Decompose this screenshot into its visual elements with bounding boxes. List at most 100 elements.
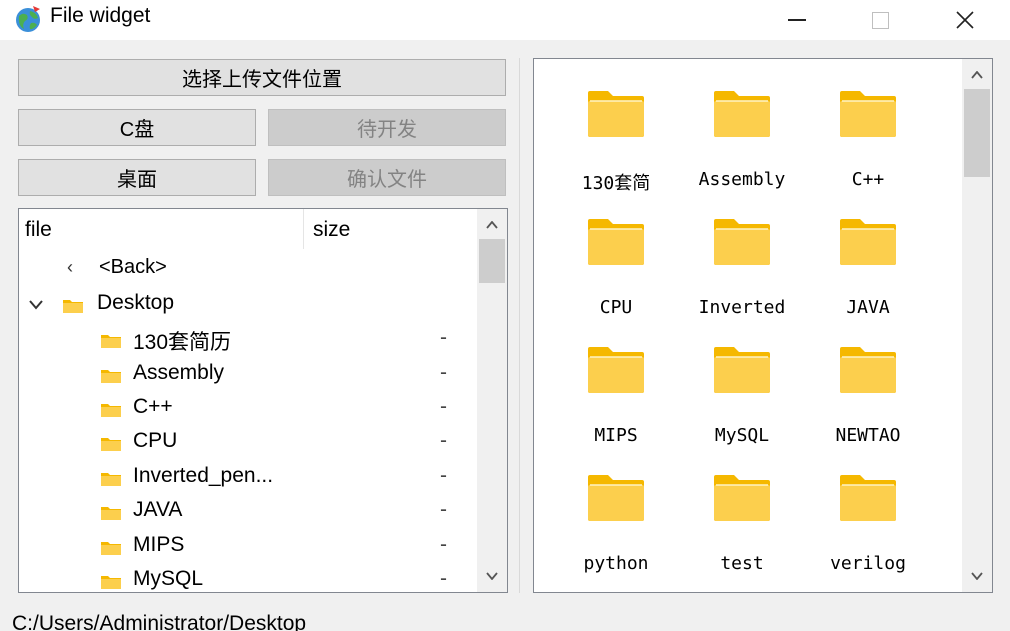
grid-folder-item[interactable]: 130套简 [553,59,679,194]
folder-icon [588,347,644,393]
folder-icon [63,300,83,313]
minimize-button[interactable] [757,0,837,40]
panel-divider[interactable] [519,58,520,593]
grid-folder-label: verilog [830,553,906,574]
grid-folder-item[interactable]: C++ [805,59,931,190]
c-drive-button[interactable]: C盘 [18,109,256,146]
grid-folder-item[interactable]: test [679,443,805,574]
close-button[interactable] [925,0,1005,40]
tree-item-size: - [440,567,447,590]
tree-item-label: MySQL [133,567,204,590]
tree-row[interactable]: MySQL - [19,563,477,592]
file-tree[interactable]: file size ‹ <Back> Desktop 130套简历 - Asse… [18,208,508,593]
folder-icon [101,473,121,486]
grid-folder-item[interactable]: NEWTAO [805,315,931,446]
tree-item-size: - [440,395,447,418]
grid-folder-item[interactable]: Inverted [679,187,805,318]
scroll-thumb[interactable] [479,239,505,283]
tree-item-label: C++ [133,395,173,418]
folder-icon [588,219,644,265]
desktop-button[interactable]: 桌面 [18,159,256,196]
folder-icon [714,219,770,265]
grid-folder-item[interactable]: JAVA [805,187,931,318]
tree-row[interactable]: C++ - [19,391,477,425]
confirm-file-button[interactable]: 确认文件 [268,159,506,196]
chevron-up-icon [971,71,983,79]
tree-item-label: Assembly [133,361,225,384]
grid-folder-label: python [583,553,649,574]
title-bar: File widget [0,0,1010,40]
folder-icon [714,347,770,393]
chevron-down-icon[interactable] [29,300,43,310]
grid-folder-item[interactable]: Assembly [679,59,805,190]
folder-icon [588,91,644,137]
tree-item-size: - [440,533,447,556]
grid-folder-label: test [720,553,764,574]
folder-icon [588,475,644,521]
grid-folder-item[interactable]: python [553,443,679,574]
tree-scrollbar[interactable] [477,209,507,592]
tree-row[interactable]: MIPS - [19,529,477,563]
tree-row[interactable]: JAVA - [19,494,477,528]
window-title: File widget [50,4,151,27]
maximize-icon [871,11,889,29]
maximize-button[interactable] [840,0,920,40]
scroll-up-button[interactable] [477,211,507,239]
folder-icon [840,347,896,393]
scroll-thumb[interactable] [964,89,990,177]
tree-row[interactable]: Assembly - [19,357,477,391]
grid-scrollbar[interactable] [962,59,992,592]
tree-item-size: - [440,498,447,521]
folder-icon [101,542,121,555]
grid-folder-item[interactable]: MIPS [553,315,679,446]
back-label: <Back> [99,256,167,278]
pending-button[interactable]: 待开发 [268,109,506,146]
tree-item-size: - [440,361,447,384]
scroll-up-button[interactable] [962,61,992,89]
tree-item-label: JAVA [133,498,183,521]
folder-icon [714,475,770,521]
file-icon-grid[interactable]: 130套简 Assembly C++ CPU Inverted JAVA MIPS MySQL… [533,58,993,593]
select-upload-location-button[interactable]: 选择上传文件位置 [18,59,506,96]
tree-item-size: - [440,464,447,487]
folder-icon [101,438,121,451]
folder-icon [840,91,896,137]
tree-item-label: Inverted_pen... [133,464,274,487]
column-header-size[interactable]: size [313,218,350,242]
folder-icon [101,404,121,417]
folder-icon [101,335,121,348]
column-separator[interactable] [303,209,304,249]
tree-item-label: 130套简历 [133,331,232,354]
scroll-down-button[interactable] [477,562,507,590]
minimize-icon [788,19,806,21]
tree-header: file size [19,209,477,253]
close-icon [956,11,974,29]
grid-folder-item[interactable]: MySQL [679,315,805,446]
tree-row[interactable]: CPU - [19,425,477,459]
chevron-left-icon: ‹ [67,257,73,277]
grid-folder-item[interactable]: CPU [553,187,679,318]
chevron-down-icon [486,572,498,580]
tree-row-desktop[interactable]: Desktop [19,287,477,321]
folder-icon [840,219,896,265]
tree-item-label: CPU [133,429,178,452]
tree-row[interactable]: Inverted_pen... - [19,460,477,494]
folder-icon [101,370,121,383]
folder-icon [101,507,121,520]
chevron-down-icon [971,572,983,580]
column-header-file[interactable]: file [25,218,52,242]
tree-row[interactable]: 130套简历 - [19,322,477,356]
tree-row-back[interactable]: ‹ <Back> [19,252,477,286]
tree-root-label: Desktop [97,291,175,314]
chevron-up-icon [486,221,498,229]
tree-item-label: MIPS [133,533,185,556]
scroll-down-button[interactable] [962,562,992,590]
tree-item-size: - [440,326,447,349]
tree-item-size: - [440,429,447,452]
folder-icon [840,475,896,521]
grid-folder-item[interactable]: verilog [805,443,931,574]
current-path: C:/Users/Administrator/Desktop [12,612,307,631]
globe-icon [16,6,40,32]
folder-icon [101,576,121,589]
folder-icon [714,91,770,137]
